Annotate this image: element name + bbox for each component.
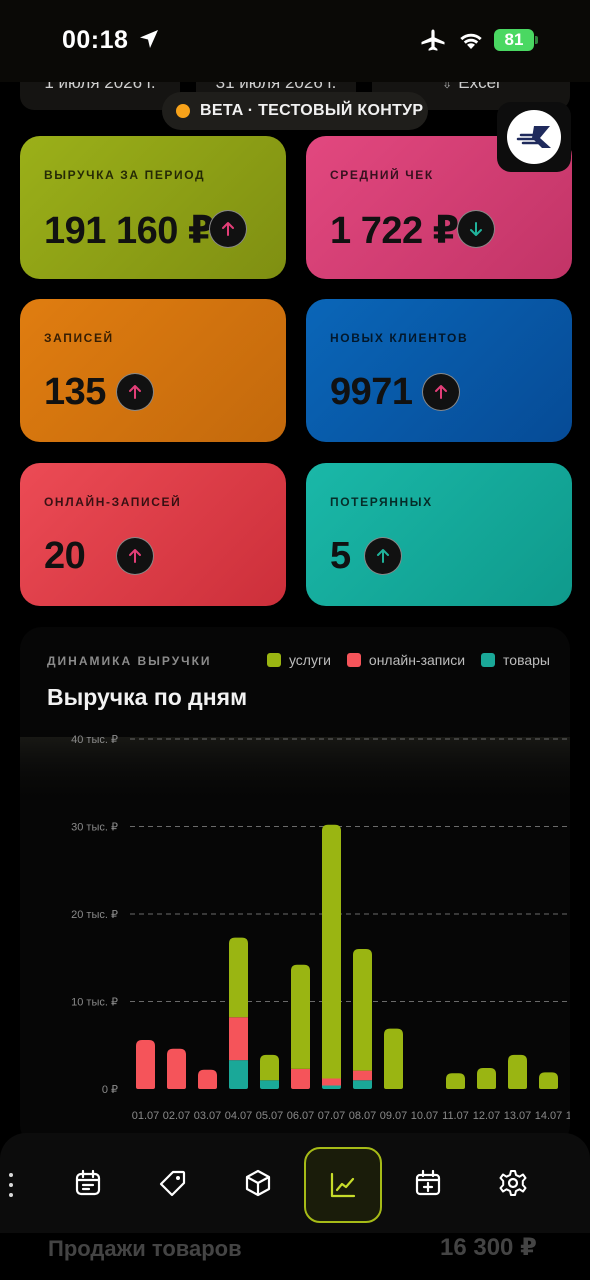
bar-segment[interactable] <box>229 937 248 1018</box>
revenue-bar-chart: 0 ₽ 10 тыс. ₽ 20 тыс. ₽ 30 тыс. ₽ 40 тыс. ₽ 0… <box>20 734 570 1122</box>
goods-sales-title: Продажи товаров <box>48 1236 242 1261</box>
bar-segment[interactable] <box>353 1080 372 1089</box>
status-time: 00:18 <box>62 26 129 54</box>
bar-segment[interactable] <box>508 1054 527 1089</box>
kpi-value: 1 722 ₽ <box>330 210 459 252</box>
x-tick-label: 05.07 <box>256 1110 284 1122</box>
box-icon <box>245 1169 271 1197</box>
kpi-label: ОНЛАЙН-ЗАПИСЕЙ <box>44 495 182 509</box>
kpi-value: 135 <box>44 371 106 413</box>
bar-segment[interactable] <box>136 1040 155 1089</box>
bar-segment[interactable] <box>477 1068 496 1089</box>
calendar-plus-icon <box>415 1169 441 1196</box>
nav-new-booking[interactable] <box>400 1155 456 1211</box>
nav-settings[interactable] <box>485 1155 541 1211</box>
tag-icon <box>159 1170 186 1197</box>
kpi-label: ВЫРУЧКА ЗА ПЕРИОД <box>44 168 206 182</box>
bottom-navigation <box>0 1133 590 1233</box>
beta-badge: BETA · ТЕСТОВЫЙ КОНТУР <box>162 92 428 130</box>
y-tick-label: 40 тыс. ₽ <box>71 734 118 746</box>
bar-segment[interactable] <box>167 1048 186 1089</box>
bar-segment[interactable] <box>291 1068 310 1089</box>
calendar-icon <box>75 1169 101 1196</box>
x-tick-label: 04.07 <box>225 1110 253 1122</box>
kpi-label: НОВЫХ КЛИЕНТОВ <box>330 331 469 345</box>
bar-segment[interactable] <box>260 1080 279 1089</box>
beta-badge-text: BETA · ТЕСТОВЫЙ КОНТУР <box>200 102 424 119</box>
x-tick-label: 12.07 <box>473 1110 501 1122</box>
bar-segment[interactable] <box>322 1085 341 1090</box>
kpi-value: 191 160 ₽ <box>44 210 214 252</box>
kpi-card-online-records[interactable]: ОНЛАЙН-ЗАПИСЕЙ 20 <box>20 463 286 606</box>
location-arrow-icon <box>140 30 158 48</box>
gear-icon <box>499 1170 527 1196</box>
nav-tags[interactable] <box>145 1155 201 1211</box>
bar-segment[interactable] <box>291 964 310 1069</box>
y-tick-label: 0 ₽ <box>102 1084 118 1096</box>
bar-segment[interactable] <box>539 1072 558 1089</box>
bar-segment[interactable] <box>229 1017 248 1061</box>
bar-segment[interactable] <box>198 1069 217 1089</box>
airplane-icon <box>421 29 445 51</box>
x-tick-label: 01.07 <box>132 1110 160 1122</box>
kpi-card-records[interactable]: ЗАПИСЕЙ 135 <box>20 299 286 442</box>
app-logo <box>507 110 561 164</box>
arrow-up-icon <box>116 373 154 411</box>
bar-segment[interactable] <box>446 1073 465 1089</box>
y-tick-label: 30 тыс. ₽ <box>71 822 118 834</box>
bar-segment[interactable] <box>353 1070 372 1081</box>
x-tick-label: 06.07 <box>287 1110 315 1122</box>
x-tick-label: 02.07 <box>163 1110 191 1122</box>
arrow-up-icon <box>422 373 460 411</box>
bar-segment[interactable] <box>384 1028 403 1089</box>
nav-analytics[interactable] <box>304 1147 382 1223</box>
arrow-up-icon <box>209 210 247 248</box>
bar-segment[interactable] <box>229 1060 248 1089</box>
x-tick-label: 14.07 <box>535 1110 563 1122</box>
bar-segment[interactable] <box>322 824 341 1079</box>
x-tick-label: 08.07 <box>349 1110 377 1122</box>
battery-indicator: 81 <box>494 29 538 51</box>
kpi-value: 20 <box>44 535 86 577</box>
chart-line-icon <box>330 1172 356 1198</box>
kpi-value: 5 <box>330 535 351 577</box>
logo-icon <box>516 126 551 148</box>
wifi-icon <box>460 33 482 49</box>
x-tick-label: 07.07 <box>318 1110 346 1122</box>
status-dot <box>176 104 190 118</box>
bar-segment[interactable] <box>260 1054 279 1081</box>
x-tick-label: 15.07 <box>566 1110 570 1122</box>
nav-calendar[interactable] <box>60 1155 116 1211</box>
x-tick-label: 09.07 <box>380 1110 408 1122</box>
goods-sales-value: 16 300 ₽ <box>440 1234 537 1261</box>
revenue-chart-panel: ДИНАМИКА ВЫРУЧКИ Выручка по дням услуги … <box>20 627 570 1147</box>
app-logo-button[interactable] <box>497 102 571 172</box>
kpi-card-new-clients[interactable]: НОВЫХ КЛИЕНТОВ 9971 <box>306 299 572 442</box>
x-tick-label: 11.07 <box>442 1110 469 1122</box>
kpi-card-lost[interactable]: ПОТЕРЯННЫХ 5 <box>306 463 572 606</box>
drag-handle-icon[interactable] <box>9 1173 15 1197</box>
battery-level: 81 <box>494 29 534 51</box>
kpi-label: СРЕДНИЙ ЧЕК <box>330 168 434 182</box>
x-tick-label: 10.07 <box>411 1110 439 1122</box>
kpi-value: 9971 <box>330 371 413 413</box>
arrow-up-icon <box>364 537 402 575</box>
status-bar: 00:18 81 <box>0 0 590 82</box>
bar-segment[interactable] <box>322 1078 341 1086</box>
y-tick-label: 10 тыс. ₽ <box>71 997 118 1009</box>
arrow-down-icon <box>457 210 495 248</box>
arrow-up-icon <box>116 537 154 575</box>
y-tick-label: 20 тыс. ₽ <box>71 909 118 921</box>
x-tick-label: 03.07 <box>194 1110 222 1122</box>
x-tick-label: 13.07 <box>504 1110 532 1122</box>
kpi-card-revenue[interactable]: ВЫРУЧКА ЗА ПЕРИОД 191 160 ₽ <box>20 136 286 279</box>
nav-products[interactable] <box>230 1155 286 1211</box>
kpi-label: ПОТЕРЯННЫХ <box>330 495 433 509</box>
kpi-label: ЗАПИСЕЙ <box>44 331 114 345</box>
bar-segment[interactable] <box>353 949 372 1071</box>
